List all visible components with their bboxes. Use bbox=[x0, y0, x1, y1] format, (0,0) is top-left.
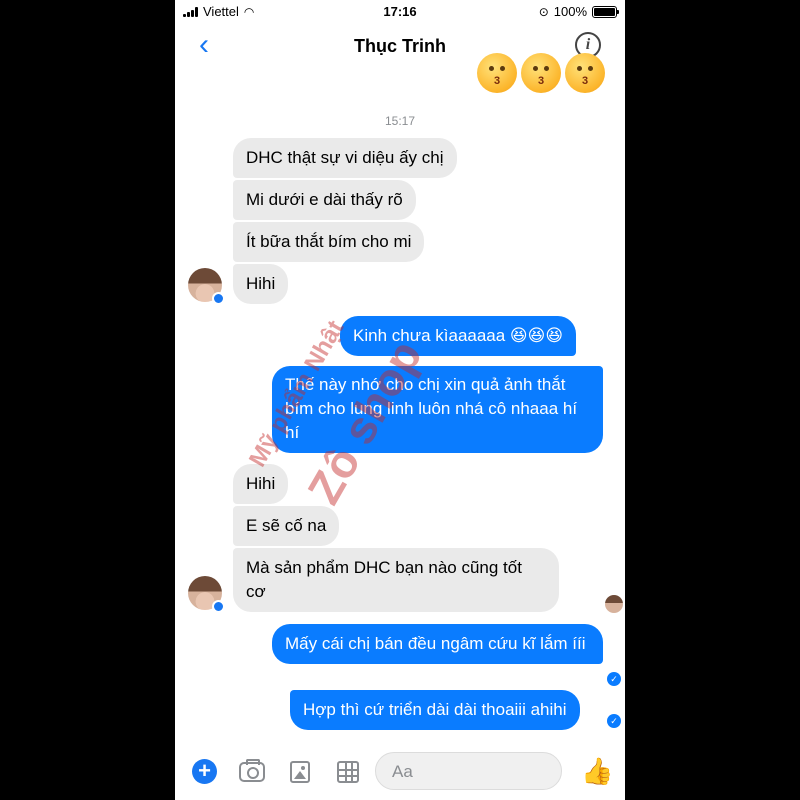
contact-avatar[interactable] bbox=[188, 268, 225, 305]
messenger-badge-icon bbox=[212, 292, 225, 305]
outgoing-message[interactable]: Kinh chưa kìaaaaaa 😆😆😆 bbox=[340, 316, 577, 356]
kissing-emoji-icon: 3 bbox=[521, 53, 561, 93]
delivered-check-icon: ✓ bbox=[607, 714, 621, 728]
contact-name[interactable]: Thục Trinh bbox=[175, 36, 625, 57]
battery-icon bbox=[592, 5, 619, 18]
seen-avatar bbox=[605, 595, 623, 613]
incoming-message[interactable]: Mi dưới e dài thấy rõ bbox=[233, 180, 416, 220]
incoming-message[interactable]: Ít bữa thắt bím cho mi bbox=[233, 222, 425, 262]
outgoing-message[interactable]: Hợp thì cứ triển dài dài thoaiii ahihi bbox=[290, 690, 580, 730]
outgoing-message[interactable]: Mấy cái chị bán đều ngâm cứu kĩ lắm ííi bbox=[272, 624, 603, 664]
incoming-message[interactable]: DHC thật sự vi diệu ấy chị bbox=[233, 138, 457, 178]
kissing-emoji-icon: 3 bbox=[477, 53, 517, 93]
incoming-message[interactable]: Hihi bbox=[233, 264, 289, 304]
plus-icon[interactable]: + bbox=[192, 759, 217, 784]
incoming-message[interactable]: Mà sản phẩm DHC bạn nào cũng tốt cơ bbox=[233, 548, 559, 612]
incoming-message[interactable]: Hihi bbox=[233, 464, 289, 504]
battery-percent: 100% bbox=[553, 4, 587, 19]
messenger-badge-icon bbox=[212, 600, 225, 613]
rotation-lock-icon: ⊙ bbox=[538, 4, 549, 19]
outgoing-message[interactable]: Thế này nhớ cho chị xin quả ảnh thắt bím… bbox=[272, 366, 603, 453]
status-bar: Viettel ◠ 17:16 ⊙ 100% bbox=[175, 0, 625, 24]
like-icon[interactable]: 👍 bbox=[581, 758, 613, 784]
message-timestamp: 15:17 bbox=[384, 114, 416, 128]
photo-icon[interactable] bbox=[290, 761, 310, 783]
incoming-message[interactable]: E sẽ cố na bbox=[233, 506, 340, 546]
sticker-icon[interactable] bbox=[337, 761, 359, 783]
message-input[interactable]: Aa bbox=[375, 752, 562, 790]
message-composer: + Aa 👍 bbox=[175, 740, 625, 800]
kissing-emoji-icon: 3 bbox=[565, 53, 605, 93]
message-input-placeholder: Aa bbox=[392, 762, 413, 781]
battery-group: ⊙ 100% bbox=[538, 4, 619, 19]
camera-icon[interactable] bbox=[239, 759, 265, 782]
messenger-screen: Viettel ◠ 17:16 ⊙ 100% ‹ Thục Trinh i 3 … bbox=[175, 0, 625, 800]
contact-avatar[interactable] bbox=[188, 576, 225, 613]
delivered-check-icon: ✓ bbox=[607, 672, 621, 686]
